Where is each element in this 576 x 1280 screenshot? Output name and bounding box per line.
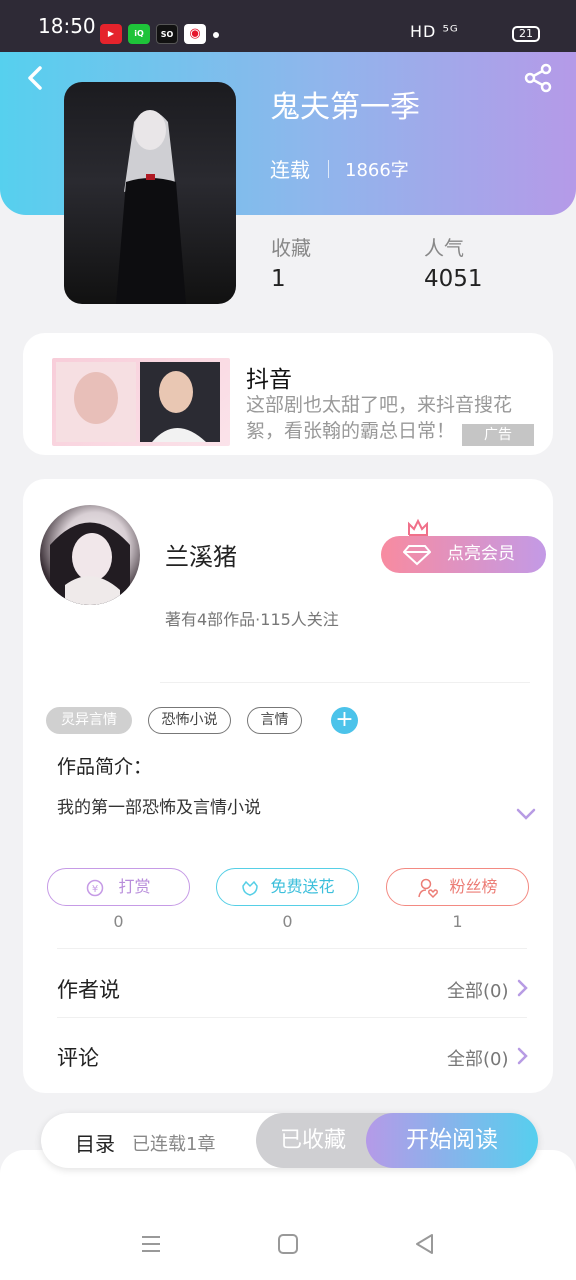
iqiyi-icon: iQ [128,24,150,44]
divider [57,1017,527,1018]
collect-label: 收藏 [271,236,311,260]
flower-count: 0 [282,912,293,931]
tag-chip[interactable]: 言情 [247,707,302,734]
diamond-icon [403,545,431,566]
so-app-icon: SO [156,24,178,44]
status-time: 18:50 [38,14,96,38]
comments-label[interactable]: 评论 [57,1042,99,1072]
author-name[interactable]: 兰溪猪 [165,537,237,572]
ad-illustration [56,362,220,442]
vip-label: 点亮会员 [447,544,515,564]
ad-title: 抖音 [246,367,292,393]
weibo-icon: ◉ [184,24,206,44]
back-nav-icon[interactable] [413,1232,435,1256]
chevron-down-icon[interactable] [515,806,537,822]
cover-illustration [116,110,186,304]
network-indicator: HD ⁵ᴳ [410,22,459,41]
intro-text: 我的第一部恐怖及言情小说 [57,798,261,818]
vip-button[interactable]: 点亮会员 [381,536,546,573]
huawei-video-icon: ▶ [100,24,122,44]
ad-tag: 广告 [462,424,534,446]
book-title: 鬼夫第一季 [270,90,420,125]
chevron-right-icon[interactable] [517,1047,529,1065]
send-flower-label: 免费送花 [270,877,335,896]
book-cover[interactable] [64,82,236,304]
share-icon[interactable] [522,62,554,94]
crown-icon [408,518,428,536]
fans-rank-label: 粉丝榜 [449,877,498,896]
avatar-illustration [50,522,130,605]
author-meta: 著有4部作品·115人关注 [165,610,339,629]
tag-chip[interactable]: 恐怖小说 [148,707,231,734]
tip-count: 0 [113,912,124,931]
toc-chapter-count: 已连载1章 [132,1134,216,1155]
notification-dot [213,32,219,38]
toc-button[interactable]: 目录 [75,1128,115,1157]
status-divider [328,160,329,178]
tip-button[interactable]: ¥ 打赏 [47,868,190,906]
ad-image[interactable] [52,358,230,446]
fans-icon [418,878,439,898]
chevron-right-icon[interactable] [517,979,529,997]
svg-text:¥: ¥ [92,884,98,895]
divider [57,948,527,949]
send-flower-button[interactable]: 免费送花 [216,868,359,906]
popularity-value: 4051 [424,266,483,292]
add-tag-button[interactable]: + [331,707,358,734]
yen-icon: ¥ [87,879,104,896]
tag-chip[interactable]: 灵异言情 [46,707,132,734]
fans-count: 1 [452,912,463,931]
book-status: 连载 [270,158,310,182]
author-says-label[interactable]: 作者说 [57,974,120,1004]
word-count: 1866字 [345,160,409,181]
author-avatar[interactable] [40,505,140,605]
menu-nav-icon[interactable] [140,1232,162,1256]
home-nav-icon[interactable] [277,1232,299,1256]
comments-value[interactable]: 全部(0) [447,1045,509,1071]
battery-icon: 21 [512,26,540,42]
author-says-value[interactable]: 全部(0) [447,977,509,1003]
tip-label: 打赏 [118,877,151,896]
divider [160,682,530,683]
bottom-sheet [0,1150,576,1280]
intro-heading: 作品简介： [57,756,153,778]
popularity-label: 人气 [424,236,464,260]
start-reading-button[interactable]: 开始阅读 [366,1113,538,1168]
collect-value: 1 [271,266,286,292]
flower-icon [242,880,259,896]
back-arrow-icon[interactable] [22,62,50,94]
fans-rank-button[interactable]: 粉丝榜 [386,868,529,906]
